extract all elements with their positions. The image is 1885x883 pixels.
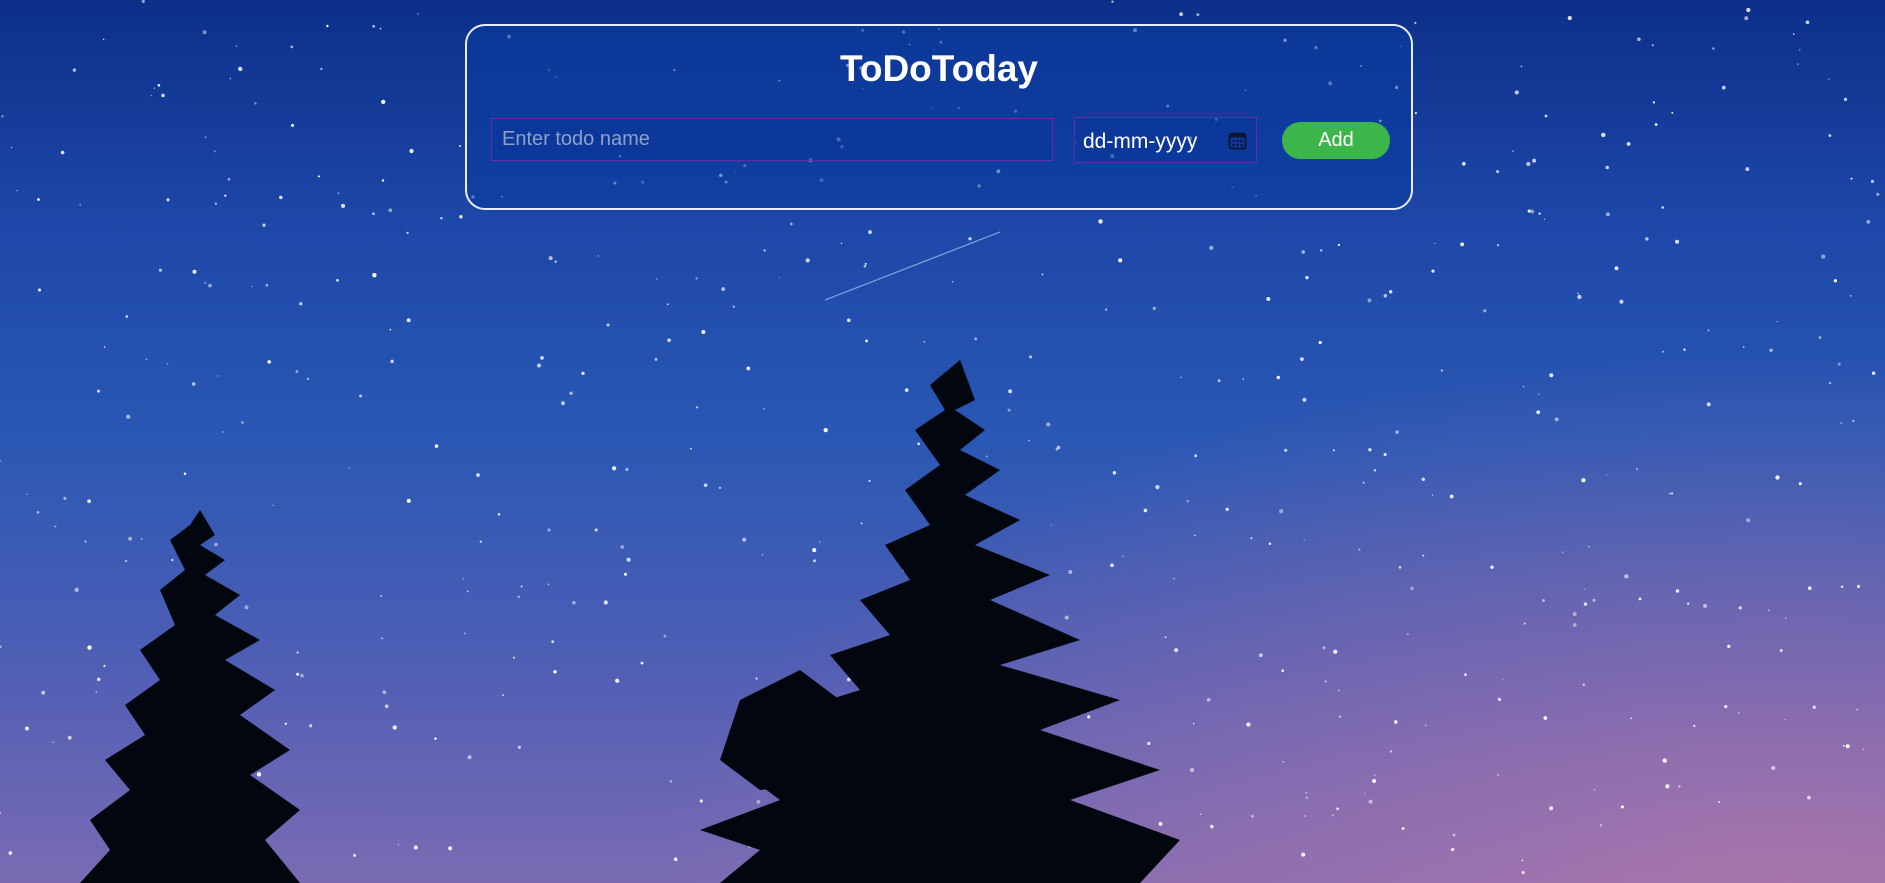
- date-placeholder: dd-mm-yyyy: [1083, 130, 1198, 153]
- calendar-icon[interactable]: [1228, 131, 1247, 150]
- todo-card: ToDoToday dd-mm-yyyy Add: [465, 24, 1413, 210]
- app-title: ToDoToday: [840, 48, 1038, 89]
- add-button[interactable]: Add: [1282, 122, 1390, 159]
- date-input[interactable]: dd-mm-yyyy: [1074, 117, 1257, 163]
- todo-name-input[interactable]: [491, 118, 1053, 161]
